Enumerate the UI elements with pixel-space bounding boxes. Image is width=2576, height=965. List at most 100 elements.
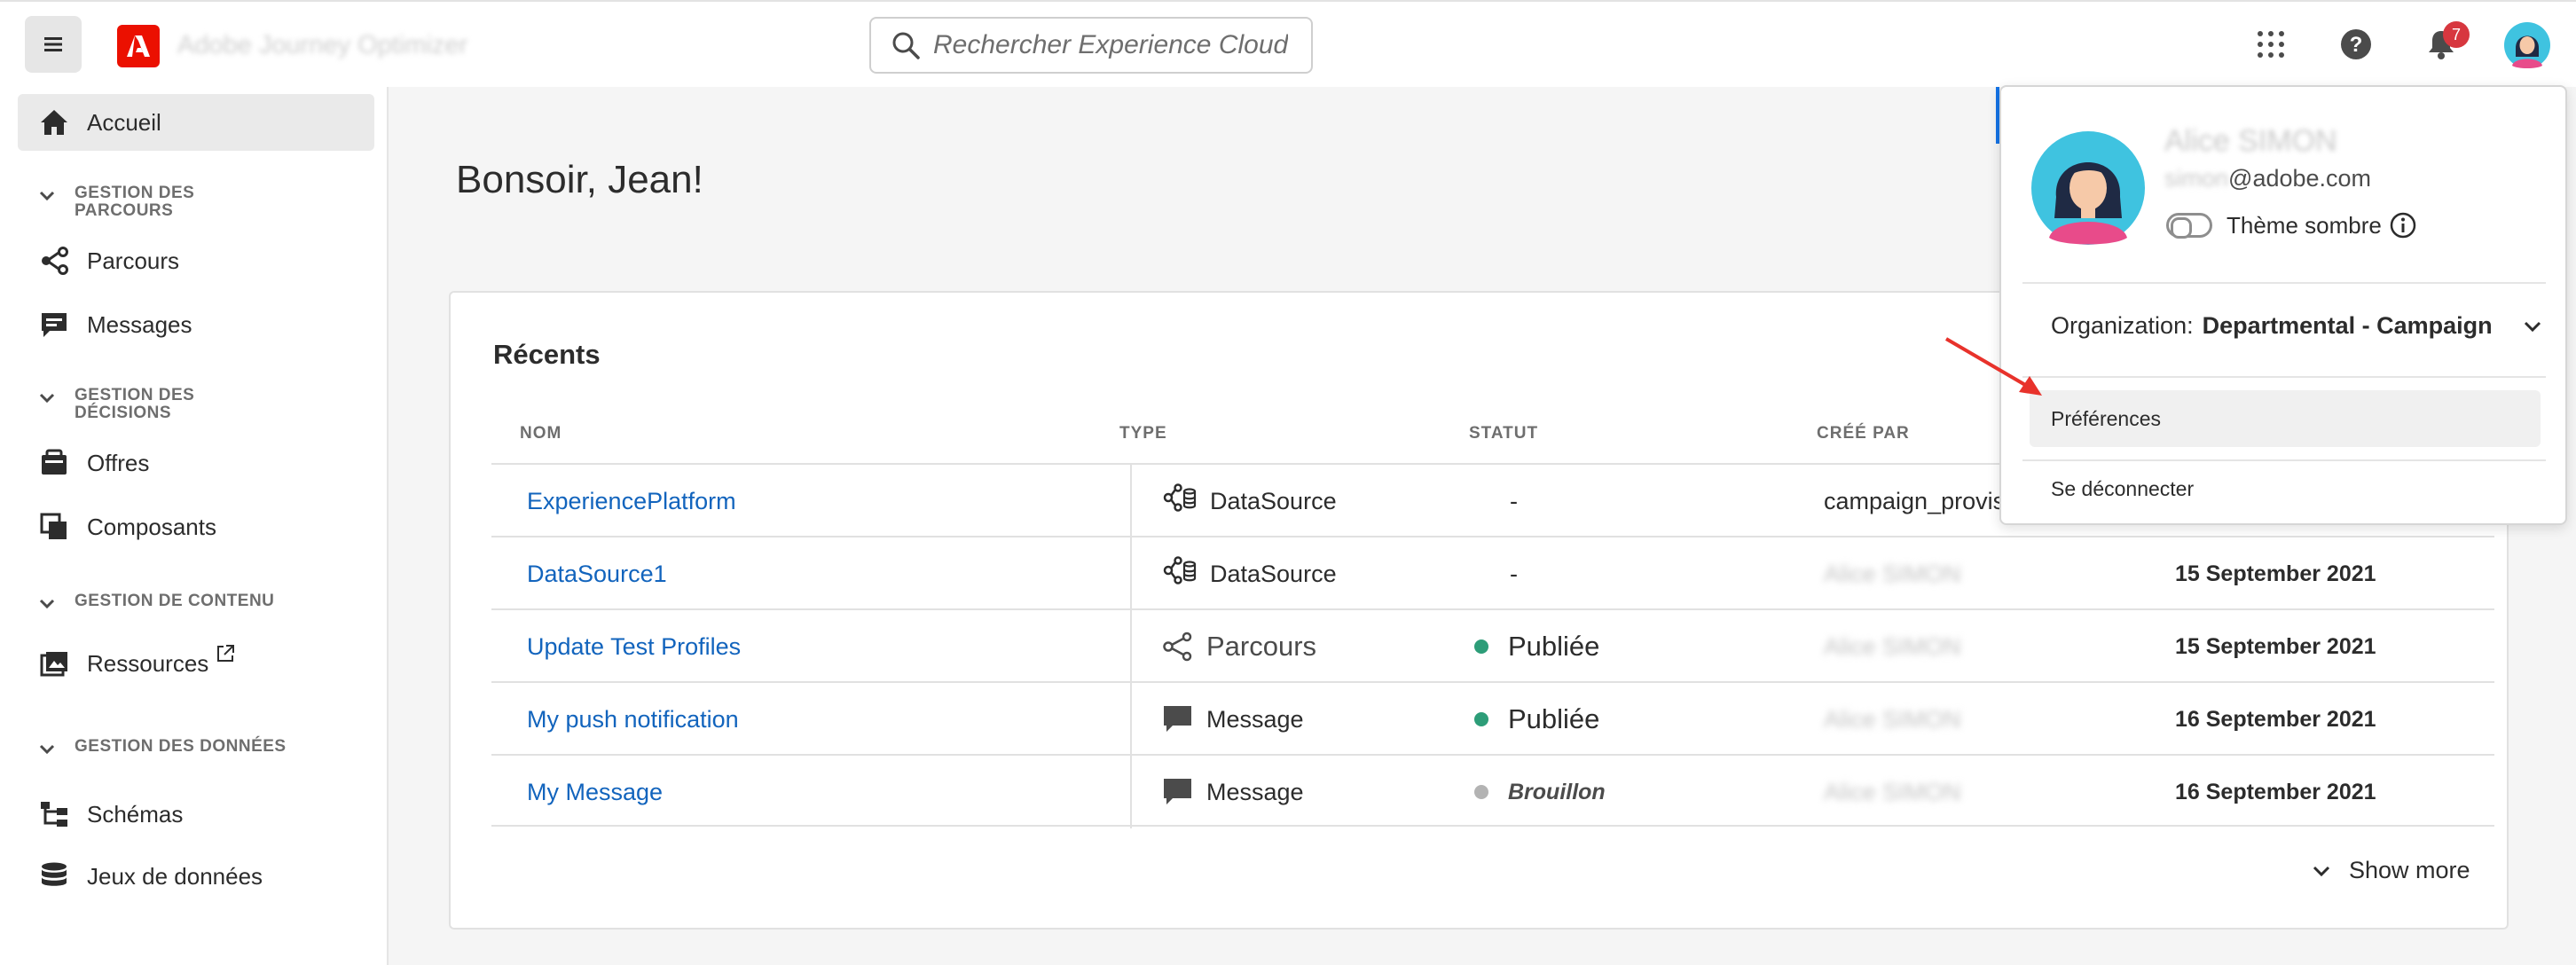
column-header-status[interactable]: STATUT (1469, 424, 1538, 443)
section-data[interactable]: GESTION DES DONNÉES (37, 738, 287, 759)
message-icon (1164, 779, 1191, 804)
row-type-label: Message (1206, 705, 1304, 733)
page-greeting: Bonsoir, Jean! (456, 158, 703, 201)
row-status: - (1474, 537, 1518, 610)
section-decisions[interactable]: GESTION DES DÉCISIONS (37, 387, 194, 422)
top-bar: Adobe Journey Optimizer ? 7 (0, 0, 2576, 87)
section-label-line1: GESTION DES (75, 386, 195, 404)
row-status-label: - (1510, 560, 1518, 587)
sidebar-item-components[interactable]: Composants (18, 498, 374, 555)
sidebar-item-label: Accueil (87, 108, 161, 136)
menu-toggle-button[interactable] (25, 16, 82, 73)
sidebar-item-assets[interactable]: Ressources (18, 635, 374, 692)
search-bar[interactable] (869, 17, 1313, 74)
schema-icon (39, 799, 69, 829)
row-type-label: DataSource (1210, 560, 1337, 587)
table-row[interactable]: Update Test Profiles Parcours Publiée Al… (491, 608, 2494, 683)
column-header-created-by[interactable]: CRÉÉ PAR (1817, 424, 1910, 443)
profile-name: Alice SIMON (2164, 124, 2337, 158)
table-row[interactable]: My Message Message Brouillon Alice SIMON… (491, 754, 2494, 828)
divider (2022, 282, 2546, 284)
organization-selector[interactable]: Organization: Departmental - Campaign (2051, 312, 2548, 340)
sidebar-item-messages[interactable]: Messages (18, 296, 374, 353)
section-journeys[interactable]: GESTION DES PARCOURS (37, 184, 194, 220)
sidebar: Accueil GESTION DES PARCOURS Parcours Me… (0, 87, 389, 965)
offers-icon (39, 448, 69, 478)
row-name-link[interactable]: Update Test Profiles (527, 610, 741, 683)
row-date: 15 September 2021 (2175, 633, 2376, 659)
sidebar-item-label: Ressources (87, 649, 209, 677)
message-icon (39, 310, 69, 340)
sidebar-item-datasets[interactable]: Jeux de données (18, 848, 374, 905)
section-label-line1: GESTION DES (75, 184, 195, 202)
preferences-menu-item[interactable]: Préférences (2030, 390, 2541, 447)
column-header-type[interactable]: TYPE (1119, 424, 1167, 443)
column-header-name[interactable]: NOM (520, 424, 562, 443)
search-input[interactable] (933, 30, 1288, 60)
row-name-link[interactable]: DataSource1 (527, 537, 667, 610)
row-name-link[interactable]: My push notification (527, 683, 739, 756)
org-value: Departmental - Campaign (2202, 312, 2493, 339)
row-type: DataSource (1162, 537, 1337, 610)
profile-email: simon@adobe.com (2164, 165, 2372, 192)
sidebar-item-label: Parcours (87, 247, 180, 274)
row-creator: campaign_provisi (1824, 487, 2011, 514)
dark-theme-label: Thème sombre (2227, 211, 2417, 239)
status-dot (1474, 639, 1488, 654)
notification-badge: 7 (2443, 21, 2470, 48)
row-status: Brouillon (1474, 756, 1606, 828)
status-dot (1474, 785, 1488, 799)
message-icon (1164, 706, 1191, 732)
row-type-label: Message (1206, 778, 1304, 805)
sidebar-item-label: Schémas (87, 800, 184, 828)
section-label-line2: DÉCISIONS (75, 404, 172, 422)
row-creator: Alice SIMON (1824, 632, 1961, 660)
section-label: GESTION DE CONTENU (75, 592, 275, 610)
row-status: Publiée (1474, 683, 1599, 756)
show-more-button[interactable]: Show more (2312, 857, 2470, 884)
chevron-down-icon (39, 393, 55, 404)
table-row[interactable]: DataSource1 DataSource - Alice SIMON 15 … (491, 536, 2494, 610)
chevron-down-icon (2313, 866, 2330, 876)
sidebar-item-label: Messages (87, 310, 192, 338)
row-creator: Alice SIMON (1824, 560, 1961, 587)
row-date: 16 September 2021 (2175, 706, 2376, 732)
apps-grid-icon (2258, 31, 2284, 58)
divider (2022, 459, 2546, 461)
row-name-link[interactable]: My Message (527, 756, 663, 828)
sidebar-item-schemas[interactable]: Schémas (18, 786, 374, 843)
journey-icon (39, 246, 69, 276)
row-status: - (1474, 465, 1518, 537)
section-content[interactable]: GESTION DE CONTENU (37, 592, 274, 614)
avatar-icon (2504, 22, 2550, 68)
recents-title: Récents (493, 339, 601, 370)
logout-menu-item[interactable]: Se déconnecter (2051, 477, 2194, 501)
row-type: Message (1162, 756, 1304, 828)
status-dot (1474, 712, 1488, 726)
row-status-label: Brouillon (1508, 779, 1606, 804)
row-status: Publiée (1474, 610, 1599, 683)
user-avatar-button[interactable] (2503, 21, 2551, 69)
table-row[interactable]: My push notification Message Publiée Ali… (491, 681, 2494, 756)
profile-avatar (2031, 131, 2145, 245)
assets-icon (39, 648, 69, 679)
adobe-logo[interactable] (117, 25, 160, 67)
chevron-down-icon (39, 599, 55, 609)
help-button[interactable]: ? (2336, 25, 2376, 64)
org-label: Organization: (2051, 312, 2194, 339)
dark-theme-toggle[interactable] (2166, 213, 2212, 239)
sidebar-item-home[interactable]: Accueil (18, 94, 374, 151)
section-label: GESTION DES DONNÉES (75, 737, 287, 756)
svg-text:?: ? (2350, 33, 2363, 57)
row-type: Message (1162, 683, 1304, 756)
apps-button[interactable] (2251, 25, 2290, 64)
row-status-label: Publiée (1508, 703, 1600, 734)
row-name-link[interactable]: ExperiencePlatform (527, 465, 736, 537)
datasource-icon (1163, 556, 1197, 584)
app-title: Adobe Journey Optimizer (177, 31, 468, 59)
sidebar-item-offers[interactable]: Offres (18, 435, 374, 491)
info-icon[interactable] (2389, 211, 2417, 239)
sidebar-item-label: Offres (87, 449, 150, 476)
sidebar-item-journeys[interactable]: Parcours (18, 232, 374, 289)
adobe-logo-icon (127, 35, 150, 57)
